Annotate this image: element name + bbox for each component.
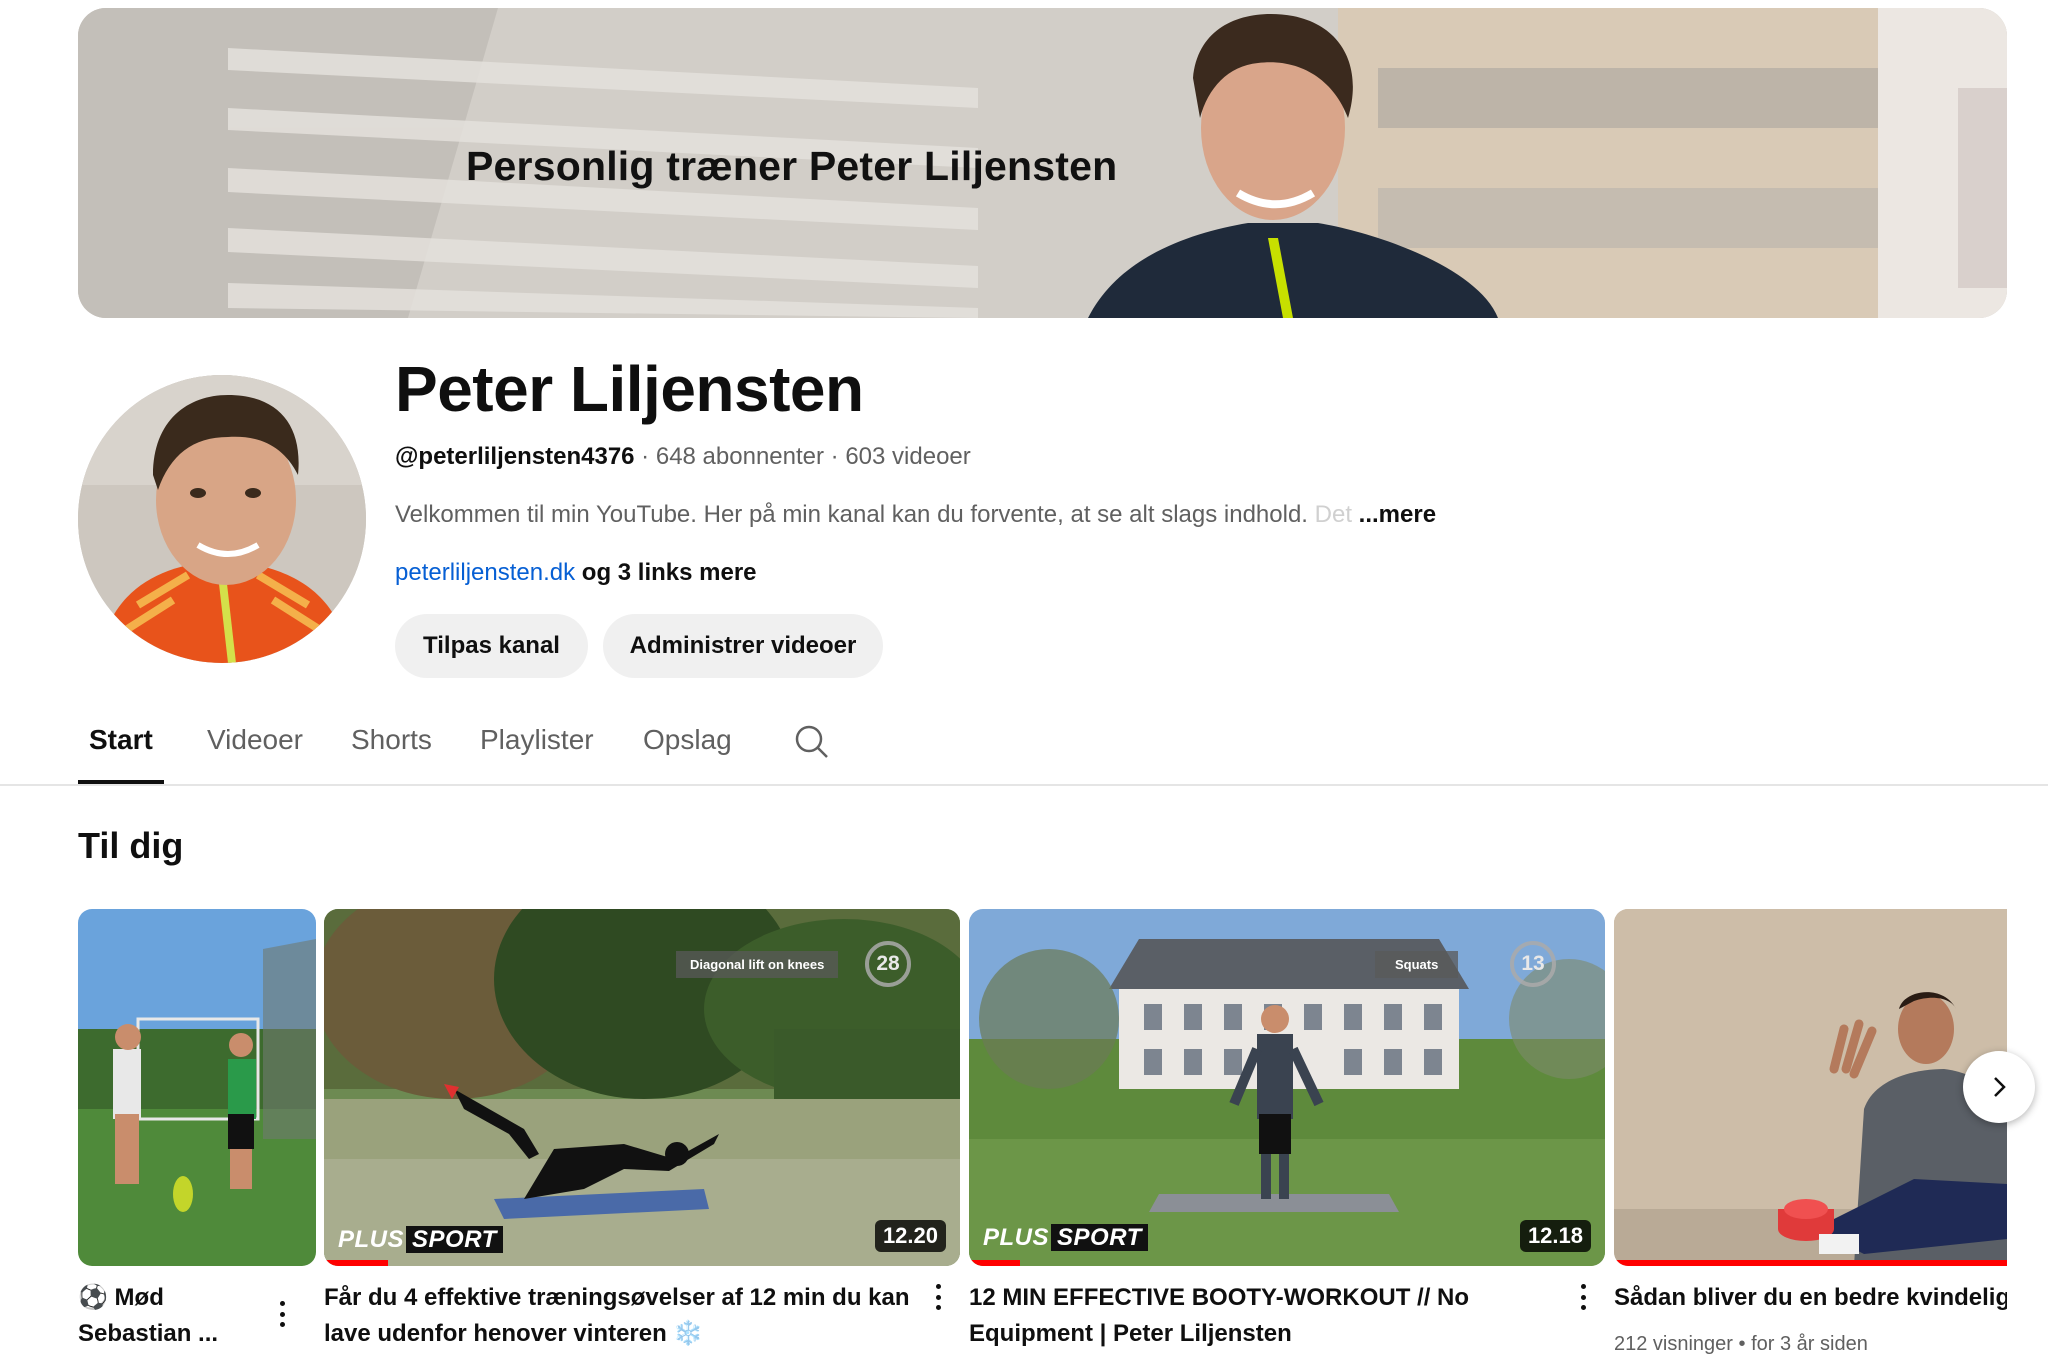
watch-progress-bar bbox=[1614, 1260, 2007, 1266]
subscriber-count: 648 abonnenter bbox=[655, 443, 824, 470]
plus-sport-logo: PLUS SPORT bbox=[983, 1224, 1148, 1252]
channel-links: peterliljensten.dk og 3 links mere bbox=[395, 559, 757, 587]
tab-posts[interactable]: Opslag bbox=[643, 724, 732, 756]
video-title-1-line2: Sebastian ... bbox=[78, 1320, 219, 1347]
video-thumbnail-1[interactable] bbox=[78, 909, 316, 1266]
watch-progress-bar bbox=[969, 1260, 1020, 1266]
banner-title: Personlig træner Peter Liljensten bbox=[466, 143, 1118, 189]
section-title: Til dig bbox=[78, 825, 184, 866]
rep-counter: 28 bbox=[865, 941, 911, 987]
description-fade-text: Det bbox=[1307, 501, 1352, 528]
plus-sport-logo: PLUS SPORT bbox=[338, 1226, 503, 1254]
meta-separator: · bbox=[824, 443, 846, 470]
video-duration: 12.18 bbox=[1519, 1220, 1591, 1252]
video-title-4-line1: Sådan bliver du en bedre kvindelig bbox=[1614, 1284, 2007, 1311]
channel-meta: @peterliljensten4376 · 648 abonnenter · … bbox=[395, 443, 971, 471]
more-links-link[interactable]: og 3 links mere bbox=[575, 559, 757, 586]
video-title-1-line1: ⚽ Mød bbox=[78, 1284, 164, 1311]
carousel-next-button[interactable] bbox=[1963, 1051, 2035, 1123]
more-vert-icon[interactable] bbox=[1573, 1282, 1593, 1312]
channel-handle: @peterliljensten4376 bbox=[395, 443, 635, 470]
video-title-2[interactable]: Får du 4 effektive træningsøvelser af 12… bbox=[324, 1280, 924, 1352]
tab-videos[interactable]: Videoer bbox=[207, 724, 303, 756]
exercise-label: Squats bbox=[1375, 951, 1459, 978]
active-tab-indicator bbox=[78, 780, 164, 784]
website-link[interactable]: peterliljensten.dk bbox=[395, 559, 575, 586]
thumbnail-image bbox=[78, 909, 316, 1266]
channel-name: Peter Liljensten bbox=[395, 353, 864, 425]
tab-start[interactable]: Start bbox=[89, 724, 153, 756]
channel-banner: Personlig træner Peter Liljensten bbox=[78, 8, 2007, 318]
youtube-channel-page: Personlig træner Peter Liljensten Peter … bbox=[0, 0, 2048, 1365]
channel-avatar[interactable] bbox=[78, 375, 366, 663]
video-title-1[interactable]: ⚽ Mød Sebastian ... bbox=[78, 1280, 278, 1352]
plus-sport-plus: PLUS bbox=[983, 1224, 1050, 1251]
view-count: 212 visninger bbox=[1614, 1333, 1733, 1355]
rep-counter: 13 bbox=[1510, 941, 1556, 987]
manage-videos-button[interactable]: Administrer videoer bbox=[603, 614, 883, 678]
video-thumbnail-3[interactable]: Squats 13 PLUS SPORT 12.18 bbox=[969, 909, 1605, 1266]
watch-progress-bar bbox=[324, 1260, 388, 1266]
video-title-3[interactable]: 12 MIN EFFECTIVE BOOTY-WORKOUT // No Equ… bbox=[969, 1280, 1529, 1352]
description-text: Velkommen til min YouTube. Her på min ka… bbox=[395, 501, 1308, 528]
video-title-4[interactable]: Sådan bliver du en bedre kvindelig bbox=[1614, 1280, 2007, 1316]
video-thumbnail-4[interactable] bbox=[1614, 909, 2007, 1266]
more-vert-icon[interactable] bbox=[272, 1299, 292, 1329]
upload-age: for 3 år siden bbox=[1751, 1333, 1868, 1355]
channel-tabs: Start Videoer Shorts Playlister Opslag bbox=[0, 710, 2048, 786]
plus-sport-sport: SPORT bbox=[1051, 1224, 1148, 1251]
search-icon[interactable] bbox=[794, 724, 830, 760]
plus-sport-plus: PLUS bbox=[338, 1226, 405, 1253]
meta-dot: • bbox=[1732, 1333, 1752, 1355]
video-thumbnail-2[interactable]: Diagonal lift on knees 28 PLUS SPORT 12.2… bbox=[324, 909, 960, 1266]
tab-shorts[interactable]: Shorts bbox=[351, 724, 432, 756]
chevron-right-icon bbox=[1994, 1077, 2006, 1097]
video-meta-4: 212 visninger • for 3 år siden bbox=[1614, 1333, 1868, 1356]
plus-sport-sport: SPORT bbox=[406, 1226, 503, 1253]
video-title-3-line2: Equipment | Peter Liljensten bbox=[969, 1320, 1292, 1347]
video-duration: 12.20 bbox=[874, 1220, 946, 1252]
channel-description[interactable]: Velkommen til min YouTube. Her på min ka… bbox=[395, 501, 1436, 529]
tab-playlists[interactable]: Playlister bbox=[480, 724, 594, 756]
video-count: 603 videoer bbox=[845, 443, 971, 470]
meta-separator: · bbox=[634, 443, 656, 470]
exercise-label: Diagonal lift on knees bbox=[676, 951, 839, 978]
avatar-image bbox=[78, 375, 366, 663]
video-title-2-line2: lave udenfor henover vinteren ❄️ bbox=[324, 1320, 704, 1347]
more-description-link[interactable]: ...mere bbox=[1359, 501, 1436, 528]
customize-channel-button[interactable]: Tilpas kanal bbox=[395, 614, 588, 678]
video-title-2-line1: Får du 4 effektive træningsøvelser af 12… bbox=[324, 1284, 910, 1311]
video-title-3-line1: 12 MIN EFFECTIVE BOOTY-WORKOUT // No bbox=[969, 1284, 1470, 1311]
thumbnail-image bbox=[1614, 909, 2007, 1266]
more-vert-icon[interactable] bbox=[928, 1282, 948, 1312]
